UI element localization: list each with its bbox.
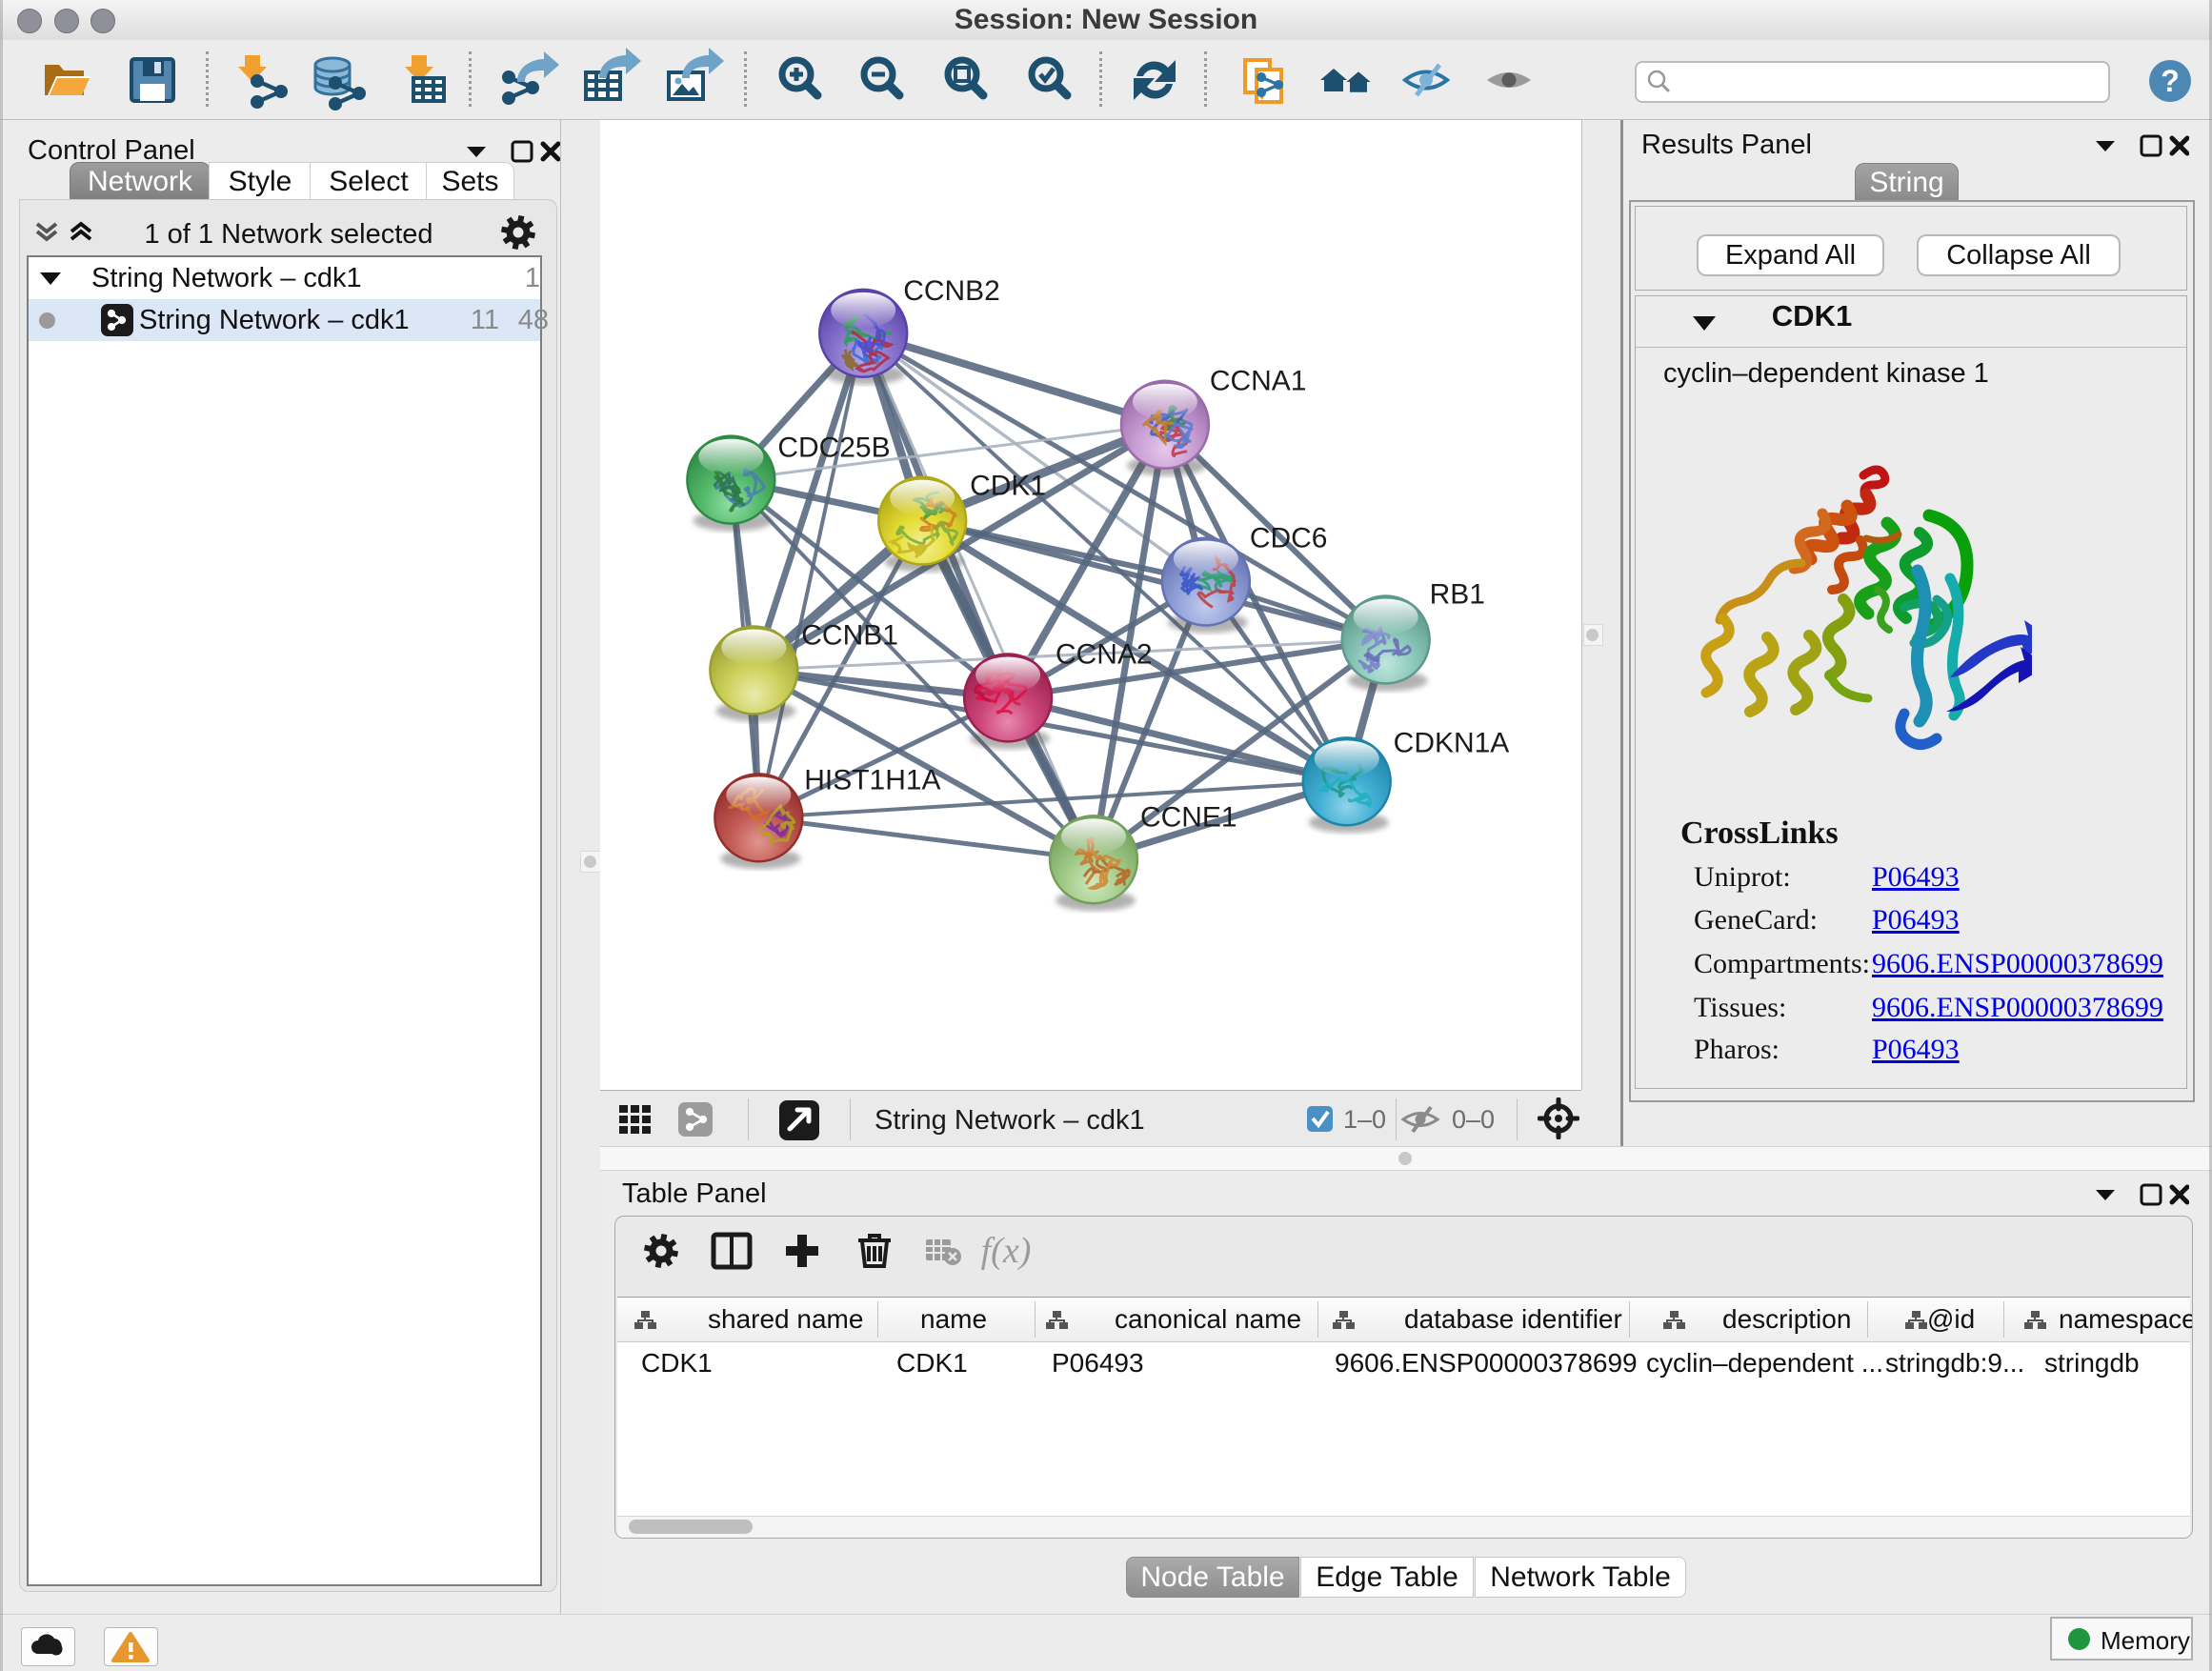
svg-text:CCNB2: CCNB2 — [903, 275, 1000, 307]
svg-text:CDC25B: CDC25B — [777, 433, 890, 464]
svg-text:RB1: RB1 — [1430, 579, 1485, 611]
svg-text:CDC6: CDC6 — [1250, 523, 1328, 554]
svg-text:HIST1H1A: HIST1H1A — [804, 764, 940, 795]
svg-text:CDK1: CDK1 — [970, 471, 1046, 502]
svg-text:CDKN1A: CDKN1A — [1394, 727, 1510, 758]
svg-text:f(x): f(x) — [981, 1231, 1032, 1271]
svg-text:CCNA2: CCNA2 — [1056, 638, 1153, 670]
svg-text:String Network – cdk1: String Network – cdk1 — [875, 1105, 1145, 1136]
svg-text:1–0: 1–0 — [1343, 1105, 1386, 1134]
svg-text:CCNB1: CCNB1 — [801, 619, 898, 651]
svg-text:CCNA1: CCNA1 — [1210, 366, 1307, 397]
svg-text:0–0: 0–0 — [1452, 1105, 1495, 1134]
svg-text:CCNE1: CCNE1 — [1140, 801, 1237, 833]
